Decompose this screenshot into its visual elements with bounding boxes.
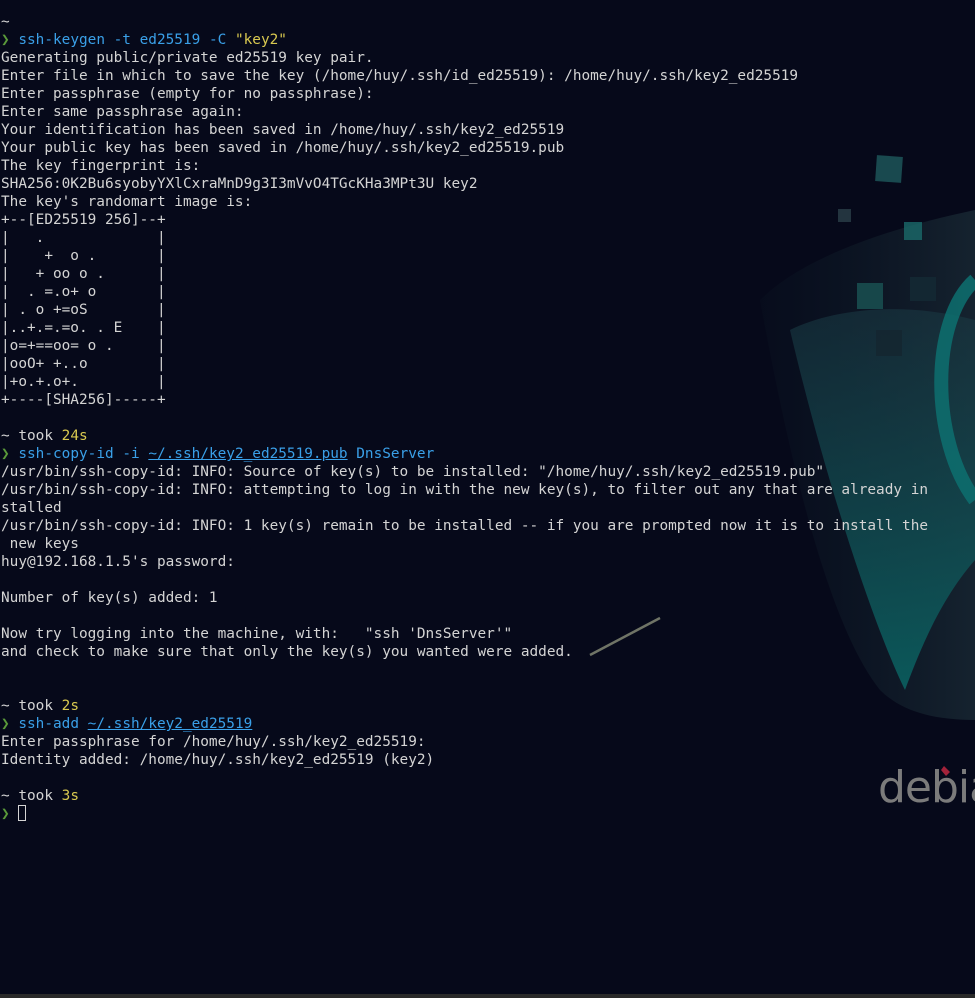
command-line: ❯ ssh-copy-id -i ~/.ssh/key2_ed25519.pub…	[1, 445, 973, 463]
took-label: took	[9, 698, 62, 714]
command-name: ssh-keygen	[18, 32, 105, 48]
randomart-line: |+o.+.o+. |	[1, 374, 166, 390]
command-path-arg[interactable]: ~/.ssh/key2_ed25519.pub	[148, 446, 347, 462]
cwd-tilde: ~	[1, 698, 10, 714]
took-label: took	[9, 788, 62, 804]
output-line: Your identification has been saved in /h…	[1, 122, 565, 138]
command-output-copy-id: /usr/bin/ssh-copy-id: INFO: Source of ke…	[1, 463, 973, 697]
command-duration: 24s	[61, 428, 88, 444]
bottom-edge-bar	[0, 994, 975, 998]
output-line: Your public key has been saved in /home/…	[1, 140, 565, 156]
terminal-output[interactable]: ~ ❯ ssh-keygen -t ed25519 -C "key2" Gene…	[1, 13, 973, 823]
output-line: Enter same passphrase again:	[1, 104, 244, 120]
output-line: huy@192.168.1.5's password:	[1, 554, 235, 570]
command-path-arg[interactable]: ~/.ssh/key2_ed25519	[88, 716, 253, 732]
prompt-arrow-icon: ❯	[1, 32, 10, 48]
command-args: -t ed25519 -C	[104, 32, 235, 48]
prompt-arrow-icon: ❯	[1, 446, 10, 462]
command-name: ssh-add	[18, 716, 79, 732]
output-line: and check to make sure that only the key…	[1, 644, 573, 660]
output-line: The key fingerprint is:	[1, 158, 201, 174]
output-line: Enter file in which to save the key (/ho…	[1, 68, 799, 84]
randomart-line: | + o . |	[1, 248, 166, 264]
randomart-line: +--[ED25519 256]--+	[1, 212, 166, 228]
prompt-arrow-icon: ❯	[1, 806, 10, 822]
command-target-arg: DnsServer	[347, 446, 435, 462]
prompt-context: ~ took 24s	[1, 427, 973, 445]
prompt-context: ~ took 3s	[1, 787, 973, 805]
cwd-tilde: ~	[1, 14, 10, 30]
output-line: Now try logging into the machine, with: …	[1, 626, 513, 642]
randomart-line: | + oo o . |	[1, 266, 166, 282]
command-name: ssh-copy-id	[18, 446, 114, 462]
command-duration: 3s	[61, 788, 79, 804]
output-line: Generating public/private ed25519 key pa…	[1, 50, 374, 66]
output-line: The key's randomart image is:	[1, 194, 253, 210]
took-label: took	[9, 428, 62, 444]
output-line: Number of key(s) added: 1	[1, 590, 218, 606]
command-flag: -i	[113, 446, 149, 462]
randomart-line: | . =.o+ o |	[1, 284, 166, 300]
output-line: /usr/bin/ssh-copy-id: INFO: attempting t…	[1, 482, 929, 498]
active-prompt-line[interactable]: ❯	[1, 805, 973, 823]
randomart-line: |o=+==oo= o . |	[1, 338, 166, 354]
randomart-line: | . |	[1, 230, 166, 246]
output-line: /usr/bin/ssh-copy-id: INFO: Source of ke…	[1, 464, 825, 480]
command-output-keygen: Generating public/private ed25519 key pa…	[1, 49, 973, 409]
command-line: ❯ ssh-add ~/.ssh/key2_ed25519	[1, 715, 973, 733]
prompt-arrow-icon: ❯	[1, 716, 10, 732]
cwd-tilde: ~	[1, 788, 10, 804]
prompt-context: ~ took 2s	[1, 697, 973, 715]
text-cursor[interactable]	[18, 805, 27, 821]
output-line: Identity added: /home/huy/.ssh/key2_ed25…	[1, 752, 435, 768]
command-string-arg: "key2"	[234, 32, 287, 48]
output-line: Enter passphrase for /home/huy/.ssh/key2…	[1, 734, 426, 750]
output-line: Enter passphrase (empty for no passphras…	[1, 86, 374, 102]
prompt-context: ~	[1, 13, 973, 31]
command-output-ssh-add: Enter passphrase for /home/huy/.ssh/key2…	[1, 733, 973, 787]
command-line: ❯ ssh-keygen -t ed25519 -C "key2"	[1, 31, 973, 49]
command-duration: 2s	[61, 698, 79, 714]
output-line: SHA256:0K2Bu6syobyYXlCxraMnD9g3I3mVvO4TG…	[1, 176, 478, 192]
randomart-line: | . o +=oS |	[1, 302, 166, 318]
randomart-line: |..+.=.=o. . E |	[1, 320, 166, 336]
randomart-line: +----[SHA256]-----+	[1, 392, 166, 408]
output-line: stalled	[1, 500, 62, 516]
randomart-line: |ooO+ +..o |	[1, 356, 166, 372]
output-line: new keys	[1, 536, 79, 552]
output-line: /usr/bin/ssh-copy-id: INFO: 1 key(s) rem…	[1, 518, 929, 534]
cwd-tilde: ~	[1, 428, 10, 444]
